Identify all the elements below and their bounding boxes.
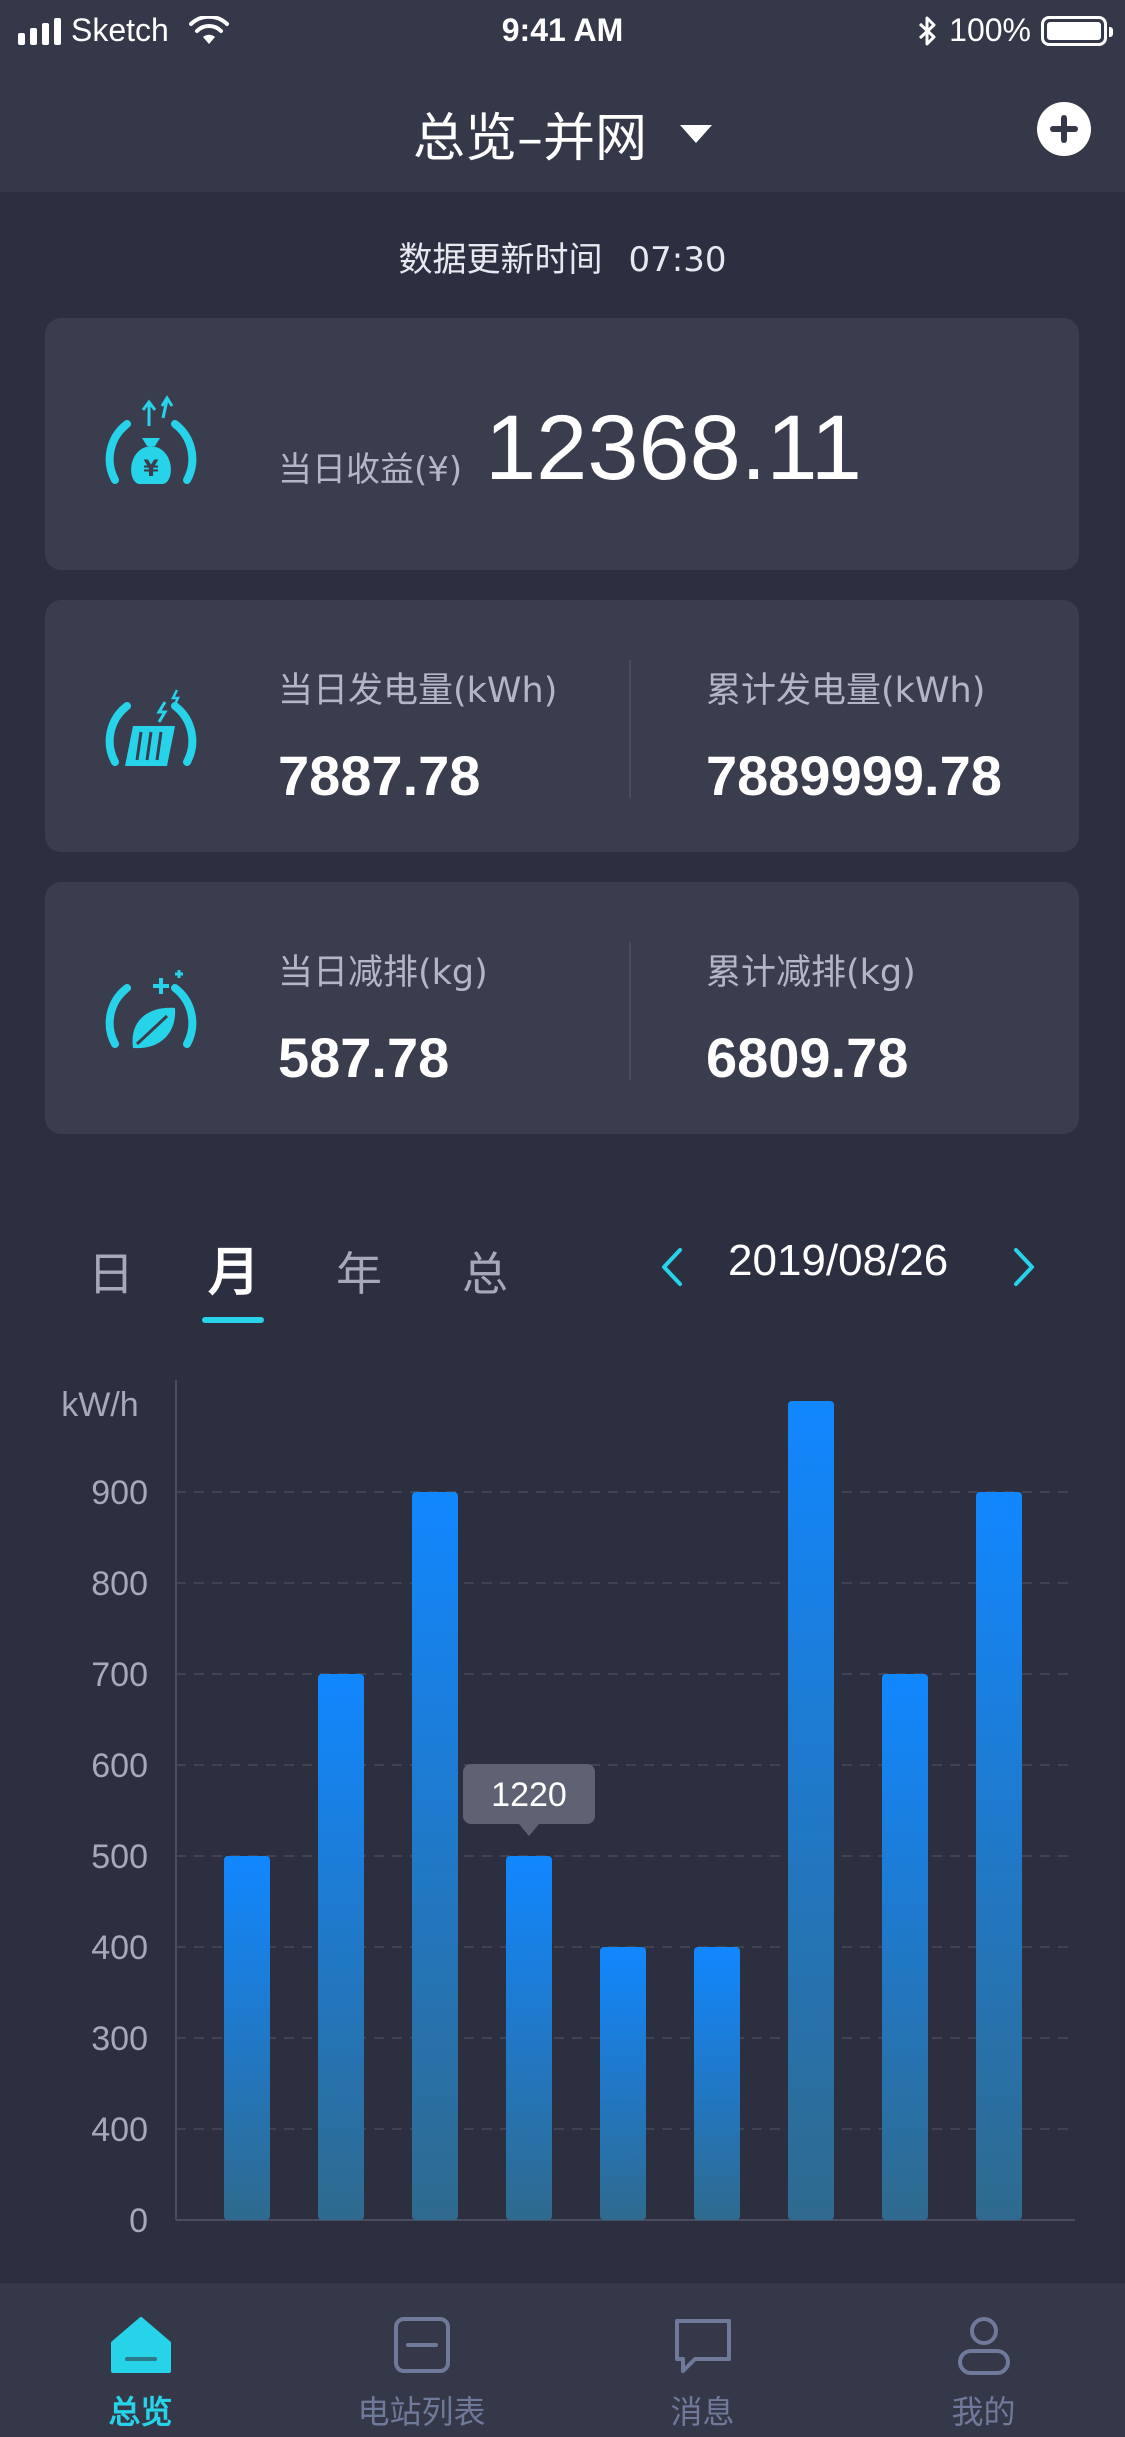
user-icon (957, 2317, 1010, 2375)
tab-day[interactable]: 日 (88, 1238, 134, 1304)
add-button[interactable] (1037, 102, 1091, 156)
y-axis-label: kW/h (61, 1386, 138, 1424)
emission-today-value: 587.78 (278, 1026, 450, 1089)
power-today: 当日发电量(kWh) 7887.78 (278, 662, 557, 808)
power-total-value: 7889999.78 (706, 744, 1002, 807)
y-tick-label: 500 (91, 1838, 148, 1876)
chart-bar (694, 1947, 740, 2220)
money-bag-gauge-icon: ¥ (105, 395, 197, 484)
list-icon (393, 2317, 450, 2373)
caret-down-icon[interactable] (680, 124, 713, 143)
y-tick-label: 900 (91, 1474, 148, 1512)
plus-circle-icon (1050, 115, 1078, 143)
message-icon (674, 2319, 731, 2373)
y-tick-label: 0 (129, 2202, 148, 2240)
status-right: 100% (917, 12, 1113, 49)
battery-percent: 100% (949, 12, 1031, 48)
tabbar-label: 我的 (951, 2393, 1016, 2431)
tabbar-label: 电站列表 (357, 2393, 486, 2431)
leaf-gauge-icon (105, 970, 197, 1049)
divider (629, 660, 631, 798)
solar-panel-gauge-icon (105, 689, 197, 766)
tooltip-text: 1220 (491, 1776, 567, 1814)
tabbar-overview[interactable]: 总览 (0, 2283, 281, 2437)
nav-bar: 总览–并网 (0, 66, 1125, 192)
station-selector[interactable]: 总览–并网 (0, 96, 1125, 171)
tabbar-station-list[interactable]: 电站列表 (281, 2283, 562, 2437)
chart-bar (506, 1856, 552, 2220)
chart-svg: kW/h 0 400 300 400 500 600 700 800 900 1220 (61, 1380, 1075, 2240)
date-display[interactable]: 2019/08/26 (728, 1236, 948, 1286)
revenue-label: 当日收益(¥) (278, 450, 463, 490)
revenue-value: 12368.11 (485, 397, 862, 499)
y-tick-label: 400 (91, 1929, 148, 1967)
home-icon (110, 2317, 171, 2373)
emission-total-label: 累计减排(kg) (706, 953, 916, 993)
emission-total-value: 6809.78 (706, 1026, 909, 1089)
y-tick-label: 800 (91, 1565, 148, 1603)
y-tick-label: 300 (91, 2020, 148, 2058)
tabbar-profile[interactable]: 我的 (843, 2283, 1124, 2437)
y-tick-label: 400 (91, 2111, 148, 2149)
power-card[interactable]: 当日发电量(kWh) 7887.78 累计发电量(kWh) 7889999.78 (45, 600, 1079, 852)
chart-bar (788, 1401, 834, 2220)
tooltip-arrow (519, 1824, 539, 1836)
chart-bar (600, 1947, 646, 2220)
update-label: 数据更新时间 (398, 240, 603, 280)
chart-bar (224, 1856, 270, 2220)
tab-month[interactable]: 月 (208, 1230, 260, 1305)
chevron-right-icon[interactable] (1002, 1246, 1044, 1288)
battery-icon (1041, 15, 1113, 46)
chart-bar (882, 1674, 928, 2220)
emission-total: 累计减排(kg) 6809.78 (706, 944, 916, 1090)
chart-bar (318, 1674, 364, 2220)
chevron-left-icon[interactable] (652, 1246, 694, 1288)
tabbar-label: 总览 (108, 2393, 173, 2431)
update-time-value: 07:30 (628, 240, 727, 280)
active-tab-indicator (202, 1317, 264, 1323)
chart-bar (976, 1492, 1022, 2220)
svg-text:¥: ¥ (143, 457, 159, 482)
bluetooth-icon (919, 16, 936, 45)
power-today-label: 当日发电量(kWh) (278, 671, 558, 711)
data-update-time: 数据更新时间 07:30 (0, 232, 1125, 281)
power-total-label: 累计发电量(kWh) (706, 671, 986, 711)
emission-card[interactable]: 当日减排(kg) 587.78 累计减排(kg) 6809.78 (45, 882, 1079, 1134)
emission-today-label: 当日减排(kg) (278, 953, 488, 993)
status-bar: Sketch 9:41 AM 100% (0, 0, 1125, 66)
tab-year[interactable]: 年 (336, 1238, 382, 1304)
tabbar-label: 消息 (670, 2393, 735, 2431)
y-tick-label: 700 (91, 1656, 148, 1694)
energy-bar-chart: kW/h 0 400 300 400 500 600 700 800 900 1220 (0, 1360, 1125, 2280)
y-tick-label: 600 (91, 1747, 148, 1785)
tabbar-messages[interactable]: 消息 (562, 2283, 843, 2437)
power-today-value: 7887.78 (278, 744, 481, 807)
bar-tooltip: 1220 (463, 1764, 595, 1836)
revenue-card[interactable]: ¥ 当日收益(¥) 12368.11 (45, 318, 1079, 570)
power-total: 累计发电量(kWh) 7889999.78 (706, 662, 1002, 808)
bottom-tab-bar: 总览 电站列表 消息 我的 (0, 2282, 1125, 2437)
page-title: 总览–并网 (412, 109, 647, 169)
period-tabs: 日 月 年 总 2019/08/26 (0, 1220, 1125, 1330)
tab-total[interactable]: 总 (462, 1238, 508, 1304)
chart-bar (412, 1492, 458, 2220)
emission-today: 当日减排(kg) 587.78 (278, 944, 488, 1090)
divider (629, 942, 631, 1080)
